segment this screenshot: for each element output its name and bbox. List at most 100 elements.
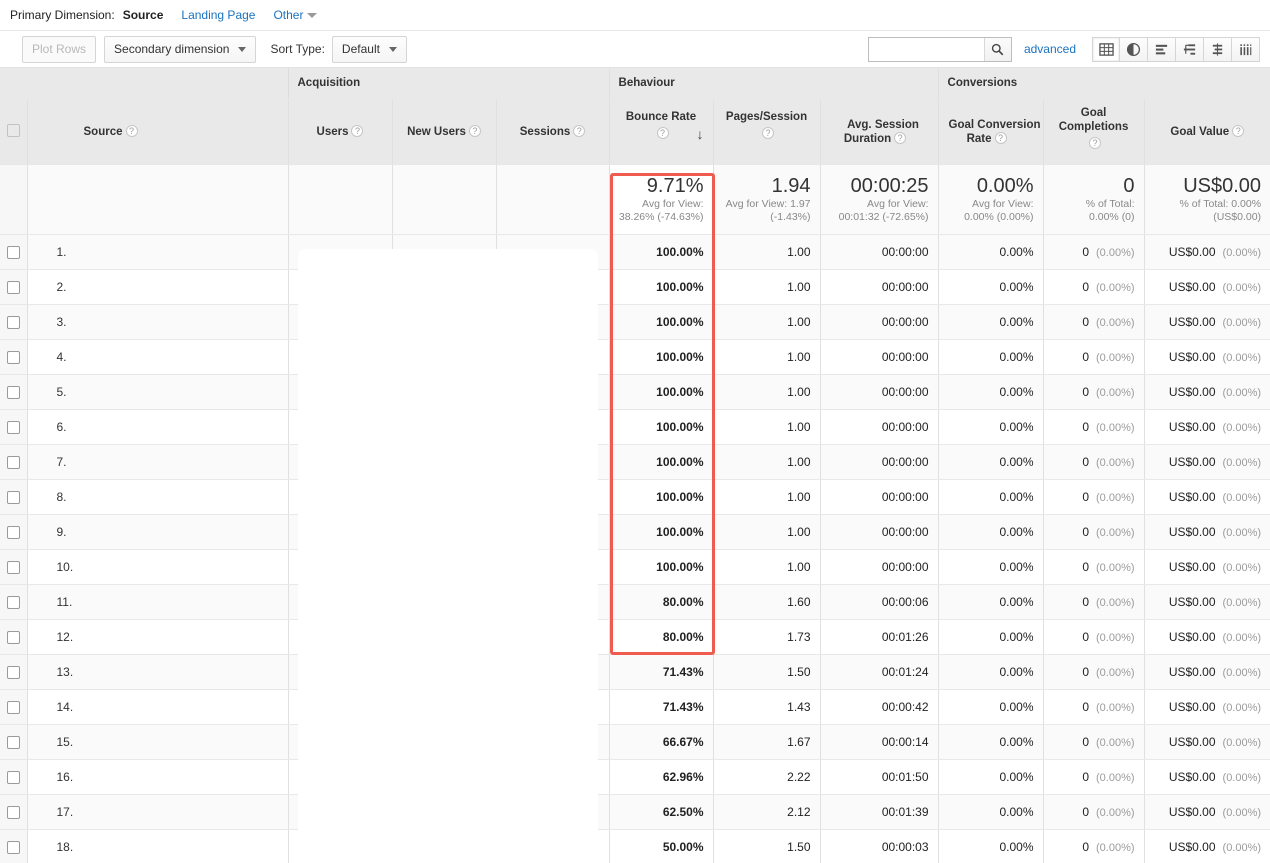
column-header-goal-completions[interactable]: Goal Completions ? [1043, 99, 1144, 164]
help-icon[interactable]: ? [657, 127, 669, 139]
row-checkbox[interactable] [7, 841, 20, 854]
help-icon[interactable]: ? [573, 125, 585, 137]
row-checkbox-cell[interactable] [0, 829, 27, 863]
column-header-users[interactable]: Users? [288, 99, 392, 164]
performance-view-icon-button[interactable] [1176, 37, 1204, 62]
sort-type-value: Default [342, 42, 380, 56]
column-header-goal-value[interactable]: Goal Value? [1144, 99, 1270, 164]
select-all-checkbox[interactable] [7, 124, 20, 137]
row-checkbox[interactable] [7, 386, 20, 399]
help-icon[interactable]: ? [126, 125, 138, 137]
row-checkbox-cell[interactable] [0, 654, 27, 689]
secondary-dimension-button[interactable]: Secondary dimension [104, 36, 256, 63]
search-button[interactable] [984, 38, 1011, 61]
table-row: 7.100.00%1.0000:00:000.00%0(0.00%)US$0.0… [0, 444, 1270, 479]
row-checkbox-cell[interactable] [0, 724, 27, 759]
row-index-cell: 12. [27, 619, 288, 654]
row-bounce-rate-cell: 71.43% [609, 654, 713, 689]
primary-dimension-other[interactable]: Other [273, 8, 317, 22]
row-checkbox-cell[interactable] [0, 374, 27, 409]
column-header-new-users[interactable]: New Users? [392, 99, 496, 164]
row-checkbox[interactable] [7, 351, 20, 364]
help-icon[interactable]: ? [469, 125, 481, 137]
row-avg-session-duration: 00:01:50 [882, 770, 929, 784]
row-checkbox-cell[interactable] [0, 619, 27, 654]
column-header-goal-conversion-rate[interactable]: Goal Conversion Rate? [938, 99, 1043, 164]
row-checkbox-cell[interactable] [0, 269, 27, 304]
row-checkbox-cell[interactable] [0, 339, 27, 374]
row-goal-completions-cell: 0(0.00%) [1043, 304, 1144, 339]
row-checkbox[interactable] [7, 596, 20, 609]
row-checkbox-cell[interactable] [0, 794, 27, 829]
row-goal-completions: 0 [1082, 665, 1089, 679]
row-goal-completions-pct: (0.00%) [1096, 842, 1135, 854]
row-checkbox-cell[interactable] [0, 549, 27, 584]
row-bounce-rate: 100.00% [656, 315, 703, 329]
row-bounce-rate-cell: 100.00% [609, 409, 713, 444]
row-checkbox-cell[interactable] [0, 234, 27, 269]
select-all-checkbox-cell[interactable] [0, 99, 27, 164]
search-input[interactable] [869, 38, 984, 61]
row-checkbox[interactable] [7, 701, 20, 714]
row-checkbox-cell[interactable] [0, 514, 27, 549]
row-index-cell: 8. [27, 479, 288, 514]
plot-rows-button[interactable]: Plot Rows [22, 36, 96, 63]
row-checkbox[interactable] [7, 736, 20, 749]
row-pages-session-cell: 1.00 [713, 234, 820, 269]
column-header-users-label: Users [317, 126, 349, 138]
primary-dimension-source[interactable]: Source [123, 8, 164, 22]
table-row: 5.100.00%1.0000:00:000.00%0(0.00%)US$0.0… [0, 374, 1270, 409]
row-goal-value: US$0.00 [1169, 665, 1216, 679]
sort-type-select[interactable]: Default [332, 36, 407, 63]
help-icon[interactable]: ? [894, 132, 906, 144]
row-checkbox-cell[interactable] [0, 444, 27, 479]
row-checkbox[interactable] [7, 666, 20, 679]
pivot-view-icon-button[interactable] [1232, 37, 1260, 62]
help-icon[interactable]: ? [995, 132, 1007, 144]
row-goal-conversion-rate: 0.00% [1000, 490, 1034, 504]
row-checkbox[interactable] [7, 526, 20, 539]
row-checkbox-cell[interactable] [0, 584, 27, 619]
row-pages-session-cell: 2.22 [713, 759, 820, 794]
row-checkbox-cell[interactable] [0, 479, 27, 514]
row-checkbox[interactable] [7, 771, 20, 784]
row-checkbox[interactable] [7, 561, 20, 574]
column-header-sessions[interactable]: Sessions? [496, 99, 609, 164]
summary-goal-conversion-rate-sub1: Avg for View: [945, 198, 1034, 211]
row-checkbox-cell[interactable] [0, 304, 27, 339]
pie-chart-view-icon-button[interactable] [1120, 37, 1148, 62]
sort-descending-icon[interactable]: ↓ [697, 126, 704, 142]
row-checkbox[interactable] [7, 456, 20, 469]
bar-chart-view-icon-button[interactable] [1148, 37, 1176, 62]
row-checkbox-cell[interactable] [0, 409, 27, 444]
help-icon[interactable]: ? [351, 125, 363, 137]
row-pages-session: 1.60 [787, 595, 810, 609]
column-header-source[interactable]: Source? [27, 99, 288, 164]
row-checkbox[interactable] [7, 806, 20, 819]
primary-dimension-landing-page[interactable]: Landing Page [181, 8, 255, 22]
row-goal-completions-pct: (0.00%) [1096, 282, 1135, 294]
column-header-avg-session-duration[interactable]: Avg. Session Duration? [820, 99, 938, 164]
row-checkbox[interactable] [7, 631, 20, 644]
row-goal-completions-cell: 0(0.00%) [1043, 724, 1144, 759]
column-header-bounce-rate[interactable]: Bounce Rate ? ↓ [609, 99, 713, 164]
row-pages-session-cell: 1.00 [713, 409, 820, 444]
column-header-pages-session[interactable]: Pages/Session ? [713, 99, 820, 164]
advanced-link[interactable]: advanced [1024, 42, 1076, 56]
row-checkbox[interactable] [7, 281, 20, 294]
row-checkbox-cell[interactable] [0, 689, 27, 724]
row-checkbox[interactable] [7, 316, 20, 329]
row-goal-value-pct: (0.00%) [1223, 527, 1262, 539]
help-icon[interactable]: ? [1089, 137, 1101, 149]
row-goal-completions-cell: 0(0.00%) [1043, 339, 1144, 374]
row-goal-completions: 0 [1082, 350, 1089, 364]
row-goal-value: US$0.00 [1169, 560, 1216, 574]
help-icon[interactable]: ? [762, 127, 774, 139]
row-checkbox[interactable] [7, 491, 20, 504]
row-checkbox-cell[interactable] [0, 759, 27, 794]
comparison-view-icon-button[interactable] [1204, 37, 1232, 62]
row-checkbox[interactable] [7, 421, 20, 434]
help-icon[interactable]: ? [1232, 125, 1244, 137]
table-view-icon-button[interactable] [1092, 37, 1120, 62]
row-checkbox[interactable] [7, 246, 20, 259]
